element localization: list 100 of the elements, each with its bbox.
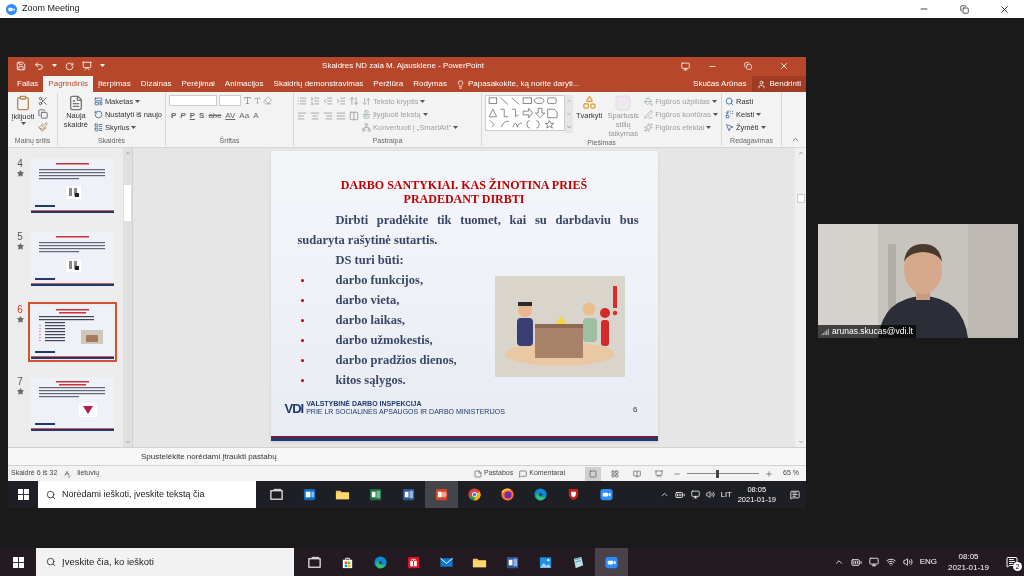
grid-icon [611, 469, 620, 478]
grow-font-icon[interactable] [243, 96, 252, 105]
clock-time[interactable]: 08:05 [958, 551, 979, 562]
scrollbar-thumb[interactable] [124, 185, 131, 221]
font-format-button[interactable]: P [169, 110, 179, 122]
bullet-icon [300, 338, 304, 342]
shrink-font-icon[interactable] [254, 97, 261, 104]
font-format-button[interactable]: A [251, 110, 261, 122]
command-icon [644, 110, 654, 119]
language-indicator[interactable]: ENG [919, 556, 938, 568]
window-title: Skaidres ND zala M. Ajauskiene - PowerPoint [321, 60, 485, 72]
save-icon[interactable] [16, 61, 26, 71]
search-box[interactable]: Norėdami ieškoti, įveskite tekstą čia [38, 481, 256, 508]
spellcheck-icon[interactable] [63, 469, 72, 478]
share-button[interactable]: Bendrinti [752, 76, 806, 92]
command-icon [362, 97, 371, 106]
command-icon [93, 97, 103, 106]
search-field[interactable]: Įveskite čia, ko ieškoti [62, 554, 294, 570]
video-camera-icon [599, 487, 614, 502]
zoom-slider[interactable] [687, 469, 760, 478]
wifi-icon[interactable] [885, 557, 896, 567]
battery-icon[interactable] [674, 489, 685, 500]
ribbon-tab[interactable]: Pagrindinis [43, 76, 93, 92]
chevron-up-icon[interactable] [833, 557, 844, 567]
ribbon-tab[interactable]: Įterpimas [92, 76, 136, 92]
volume-icon[interactable] [705, 490, 715, 499]
ribbon-tab[interactable]: Rodymas [408, 76, 452, 92]
paintbrush-icon[interactable] [38, 122, 48, 132]
windows-logo-icon[interactable] [12, 556, 24, 568]
wave-browser-icon [533, 487, 548, 502]
page-number: 6 [633, 404, 638, 416]
bullet-icon [300, 378, 304, 382]
scrollbar-thumb[interactable] [796, 194, 805, 203]
font-format-button[interactable]: P [187, 110, 198, 122]
font-format-button[interactable]: AV [223, 110, 238, 122]
presentation-icon[interactable] [82, 61, 92, 71]
note-icon [474, 469, 483, 478]
clock-date[interactable]: 2021-01-19 [948, 562, 989, 573]
account-name[interactable]: Skučas Arūnas [693, 76, 747, 92]
restore-icon [959, 4, 969, 14]
spreadsheet-app-icon [368, 487, 383, 502]
scissors-icon[interactable] [38, 96, 48, 106]
battery-icon[interactable] [850, 556, 862, 568]
search-box[interactable]: Įveskite čia, ko ieškoti [36, 548, 294, 576]
ribbon-display-icon[interactable] [681, 61, 690, 71]
taskbar-app[interactable] [595, 548, 628, 576]
photo-app-icon [538, 554, 553, 570]
caret-icon [100, 64, 105, 68]
font-format-button[interactable]: S [197, 110, 207, 122]
ribbon-tab[interactable]: Failas [12, 76, 44, 92]
scrollbar[interactable] [795, 148, 806, 447]
network-icon[interactable] [690, 490, 700, 499]
ribbon-tab[interactable]: Peržiūra [368, 76, 409, 92]
chevron-up-icon[interactable] [659, 490, 669, 499]
slide-number: 7 [17, 376, 23, 389]
lightbulb-icon [455, 79, 465, 89]
notepad-icon [571, 554, 586, 570]
close-icon [998, 3, 1010, 15]
command-icon [725, 123, 734, 132]
ribbon-tab[interactable]: Perėjimai [176, 76, 220, 92]
fox-browser-icon [500, 487, 515, 502]
font-format-button[interactable]: P [178, 110, 188, 122]
notes-pane[interactable]: Spustelėkite norėdami įtraukti pastabų [8, 447, 806, 465]
normal-view-button[interactable] [585, 466, 602, 481]
font-format-button[interactable]: Aa [237, 110, 252, 122]
volume-icon[interactable] [902, 557, 913, 567]
font-name-field[interactable] [169, 95, 217, 106]
windows-logo-icon[interactable] [17, 489, 29, 500]
collapse-ribbon-icon[interactable] [791, 135, 800, 144]
command-icon [362, 123, 371, 132]
copy-icon[interactable] [38, 109, 48, 119]
command-icon [644, 97, 654, 106]
ribbon-tab[interactable]: Skaidrių demonstravimas [268, 76, 369, 92]
signal-icon [821, 327, 829, 336]
person-icon [757, 79, 767, 89]
task-view-icon [269, 487, 284, 502]
video-camera-icon [604, 554, 619, 570]
font-format-button[interactable]: abc [206, 110, 224, 122]
font-size-field[interactable] [219, 95, 241, 106]
notes-field[interactable]: Spustelėkite norėdami įtraukti pastabų [141, 450, 441, 463]
ribbon-tab[interactable]: Animacijos [219, 76, 269, 92]
scrollbar[interactable] [123, 148, 132, 447]
shapes-gallery[interactable] [485, 95, 565, 131]
slide-icon [67, 95, 84, 111]
search-field[interactable]: Norėdami ieškoti, įveskite tekstą čia [62, 487, 256, 502]
slider-thumb[interactable] [715, 469, 719, 478]
ribbon-tab[interactable]: Dizainas [135, 76, 177, 92]
clipboard-icon [15, 95, 31, 111]
tell-me-field[interactable]: Papasakokite, ką norite daryti... [467, 78, 618, 90]
command-icon [725, 97, 734, 106]
search-icon [46, 557, 56, 567]
undo-icon[interactable] [34, 61, 44, 71]
bullet-icon [300, 358, 304, 362]
notifications-icon[interactable] [1006, 556, 1018, 568]
bullet-icon [300, 298, 304, 302]
network-icon[interactable] [868, 557, 879, 567]
logo-mark: VDI [284, 402, 304, 416]
redo-icon[interactable] [65, 61, 74, 71]
notifications-icon[interactable] [790, 489, 800, 500]
zoom-in-icon[interactable] [765, 469, 774, 478]
